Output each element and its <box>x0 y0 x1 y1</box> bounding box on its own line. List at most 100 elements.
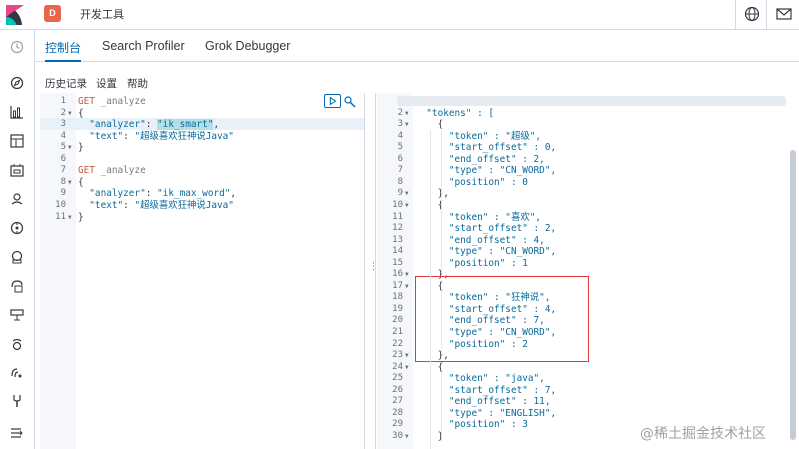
fold-toggle-icon[interactable]: ▼ <box>405 281 409 293</box>
fold-toggle-icon[interactable]: ▼ <box>405 362 409 374</box>
code-line[interactable]: 26 "start_offset" : 7, <box>377 385 790 397</box>
uptime-icon[interactable] <box>10 337 24 351</box>
code-text: { <box>415 119 444 131</box>
apm-icon[interactable] <box>10 308 24 322</box>
code-line[interactable]: 11 "token" : "喜欢", <box>377 212 790 224</box>
response-scrollbar-horizontal[interactable] <box>397 96 786 106</box>
code-line[interactable]: 27 "end_offset" : 11, <box>377 396 790 408</box>
fold-toggle-icon[interactable]: ▼ <box>405 431 409 443</box>
compass-icon[interactable] <box>10 76 24 90</box>
line-number: 7 <box>60 165 66 176</box>
kibana-logo-icon[interactable] <box>6 5 24 25</box>
fold-toggle-icon[interactable]: ▼ <box>68 177 72 189</box>
code-line[interactable]: 28 "type" : "ENGLISH", <box>377 408 790 420</box>
pane-splitter[interactable]: ⋮ <box>364 93 378 449</box>
divider <box>735 0 736 30</box>
line-number: 8 <box>397 176 403 187</box>
code-line[interactable]: 1 GET _analyze <box>40 96 364 108</box>
line-number: 11 <box>392 211 403 222</box>
wrench-icon[interactable] <box>343 95 357 109</box>
code-line[interactable]: 6 "end_offset" : 2, <box>377 154 790 166</box>
response-json-text: "start_offset" : 0, <box>415 142 557 154</box>
code-text: { <box>78 108 84 120</box>
code-text: "position" : 3 <box>415 419 528 431</box>
code-line[interactable]: 10 "text": "超级喜欢狂神说Java" <box>40 200 364 212</box>
code-line[interactable]: 14 "type" : "CN_WORD", <box>377 246 790 258</box>
code-line[interactable]: 7 GET _analyze <box>40 165 364 177</box>
response-scrollbar-vertical[interactable] <box>790 150 796 440</box>
fold-toggle-icon[interactable]: ▼ <box>68 108 72 120</box>
clock-icon[interactable] <box>10 40 24 54</box>
line-number: 5 <box>397 142 403 153</box>
logs-icon[interactable] <box>10 279 24 293</box>
code-text: "token" : "java", <box>415 373 545 385</box>
code-line[interactable]: 10▼ { <box>377 200 790 212</box>
ml-icon[interactable] <box>10 221 24 235</box>
indent-guide <box>441 292 442 352</box>
code-line[interactable]: 11 ▼} <box>40 212 364 224</box>
code-line[interactable]: 25 "token" : "java", <box>377 373 790 385</box>
code-line[interactable]: 5 ▼} <box>40 142 364 154</box>
json-separator: : <box>145 188 158 200</box>
canvas-icon[interactable] <box>10 163 24 177</box>
siem-icon[interactable] <box>10 366 24 380</box>
collapse-icon[interactable] <box>10 426 24 440</box>
line-number: 25 <box>392 373 403 384</box>
fold-toggle-icon[interactable]: ▼ <box>405 200 409 212</box>
code-line[interactable]: 8 "position" : 0 <box>377 177 790 189</box>
code-line[interactable]: 4 "text": "超级喜欢狂神说Java" <box>40 131 364 143</box>
code-line[interactable]: 6 <box>40 154 364 166</box>
code-line[interactable]: 3 "analyzer": "ik_smart", <box>40 119 364 131</box>
bar-chart-icon[interactable] <box>10 105 24 119</box>
settings-link[interactable]: 设置 <box>96 76 117 91</box>
space-avatar[interactable]: D <box>44 5 61 22</box>
help-link[interactable]: 帮助 <box>127 76 148 91</box>
indent-guide <box>441 212 442 272</box>
code-line[interactable]: 24 ▼ { <box>377 362 790 374</box>
devtools-icon[interactable] <box>10 394 24 408</box>
code-line[interactable]: 7 "type" : "CN_WORD", <box>377 165 790 177</box>
code-text: "analyzer": "ik_smart", <box>78 119 219 131</box>
devtools-tabs: 控制台 Search Profiler Grok Debugger <box>35 30 799 62</box>
code-line[interactable]: 2 ▼ { <box>40 108 364 120</box>
fold-toggle-icon[interactable]: ▼ <box>405 350 409 362</box>
code-line[interactable]: 3 ▼ { <box>377 119 790 131</box>
maps-icon[interactable] <box>10 192 24 206</box>
line-number: 16 <box>392 269 403 280</box>
code-line[interactable]: 2 ▼ "tokens" : [ <box>377 108 790 120</box>
code-line[interactable]: 13 "end_offset" : 4, <box>377 235 790 247</box>
help-globe-icon[interactable] <box>744 6 760 22</box>
fold-toggle-icon[interactable]: ▼ <box>68 212 72 224</box>
request-editor[interactable]: 1 GET _analyze 2 ▼{3 "analyzer": "ik_smart"… <box>40 93 364 449</box>
code-text: "type" : "CN_WORD", <box>415 246 556 258</box>
code-line[interactable]: 4 "token" : "超级", <box>377 131 790 143</box>
code-line[interactable]: 8 ▼ { <box>40 177 364 189</box>
dashboard-icon[interactable] <box>10 134 24 148</box>
json-value: "ik_max_word" <box>157 188 231 200</box>
line-number: 9 <box>397 188 403 199</box>
code-text: "start_offset" : 2, <box>415 223 556 235</box>
history-link[interactable]: 历史记录 <box>45 76 87 91</box>
response-json-text: "type" : "CN_WORD", <box>415 165 557 177</box>
line-number: 6 <box>60 153 66 164</box>
run-request-icon[interactable] <box>324 94 341 108</box>
fold-toggle-icon[interactable]: ▼ <box>405 108 409 120</box>
watermark: @稀土掘金技术社区 <box>640 426 766 442</box>
fold-toggle-icon[interactable]: ▼ <box>68 142 72 154</box>
infra-icon[interactable] <box>10 250 24 264</box>
code-line[interactable]: 5 "start_offset" : 0, <box>377 142 790 154</box>
code-line[interactable]: 9 ▼ }, <box>377 188 790 200</box>
mail-icon[interactable] <box>776 7 792 21</box>
fold-toggle-icon[interactable]: ▼ <box>405 269 409 281</box>
code-line[interactable]: 15 "position" : 1 <box>377 258 790 270</box>
fold-toggle-icon[interactable]: ▼ <box>405 119 409 131</box>
tab-grok-debugger[interactable]: Grok Debugger <box>205 39 290 53</box>
code-text: "position" : 0 <box>415 177 528 189</box>
json-punctuation: , <box>213 119 220 131</box>
fold-toggle-icon[interactable]: ▼ <box>405 188 409 200</box>
line-number: 2 <box>397 107 403 118</box>
tab-console[interactable]: 控制台 <box>45 39 81 56</box>
code-line[interactable]: 9 "analyzer": "ik_max_word", <box>40 188 364 200</box>
code-line[interactable]: 12 "start_offset" : 2, <box>377 223 790 235</box>
tab-search-profiler[interactable]: Search Profiler <box>102 39 185 53</box>
